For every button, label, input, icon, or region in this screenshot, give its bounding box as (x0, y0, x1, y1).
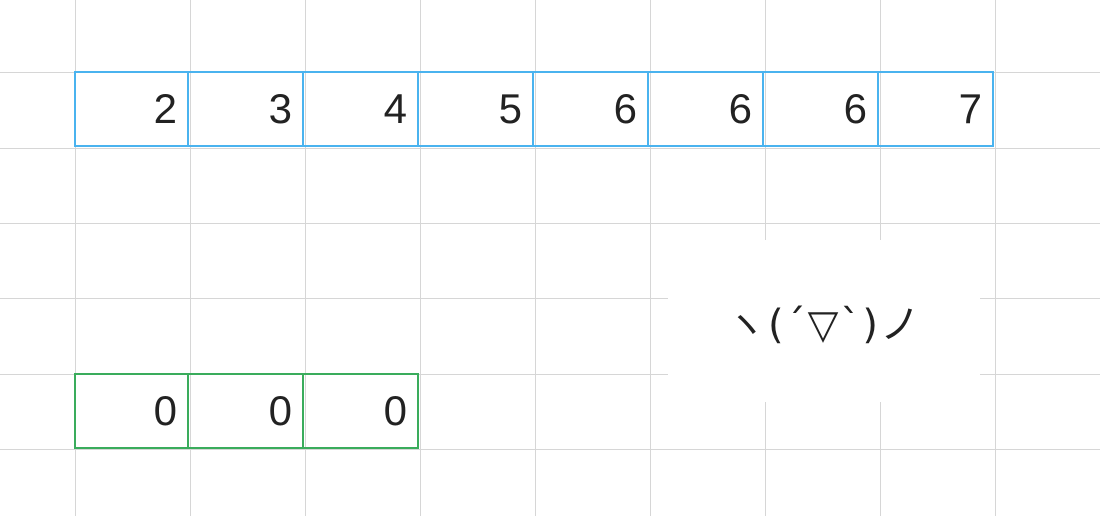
array-cell[interactable]: 6 (649, 71, 764, 147)
grid-row-line (0, 223, 1100, 224)
kaomoji-text: ヽ(ˊ▽ˋ)ノ (726, 302, 922, 348)
array-cell[interactable]: 2 (74, 71, 189, 147)
array-cell[interactable]: 6 (534, 71, 649, 147)
kaomoji-overlay: ヽ(ˊ▽ˋ)ノ (668, 240, 980, 402)
grid-column-line (995, 0, 996, 516)
array-cell[interactable]: 6 (764, 71, 879, 147)
green-array-row: 0 0 0 (74, 373, 419, 449)
array-cell[interactable]: 0 (304, 373, 419, 449)
array-cell[interactable]: 3 (189, 71, 304, 147)
grid-row-line (0, 449, 1100, 450)
array-cell[interactable]: 0 (189, 373, 304, 449)
array-cell[interactable]: 0 (74, 373, 189, 449)
blue-array-row: 2 3 4 5 6 6 6 7 (74, 71, 994, 147)
array-cell[interactable]: 5 (419, 71, 534, 147)
array-cell[interactable]: 4 (304, 71, 419, 147)
grid-row-line (0, 148, 1100, 149)
array-cell[interactable]: 7 (879, 71, 994, 147)
